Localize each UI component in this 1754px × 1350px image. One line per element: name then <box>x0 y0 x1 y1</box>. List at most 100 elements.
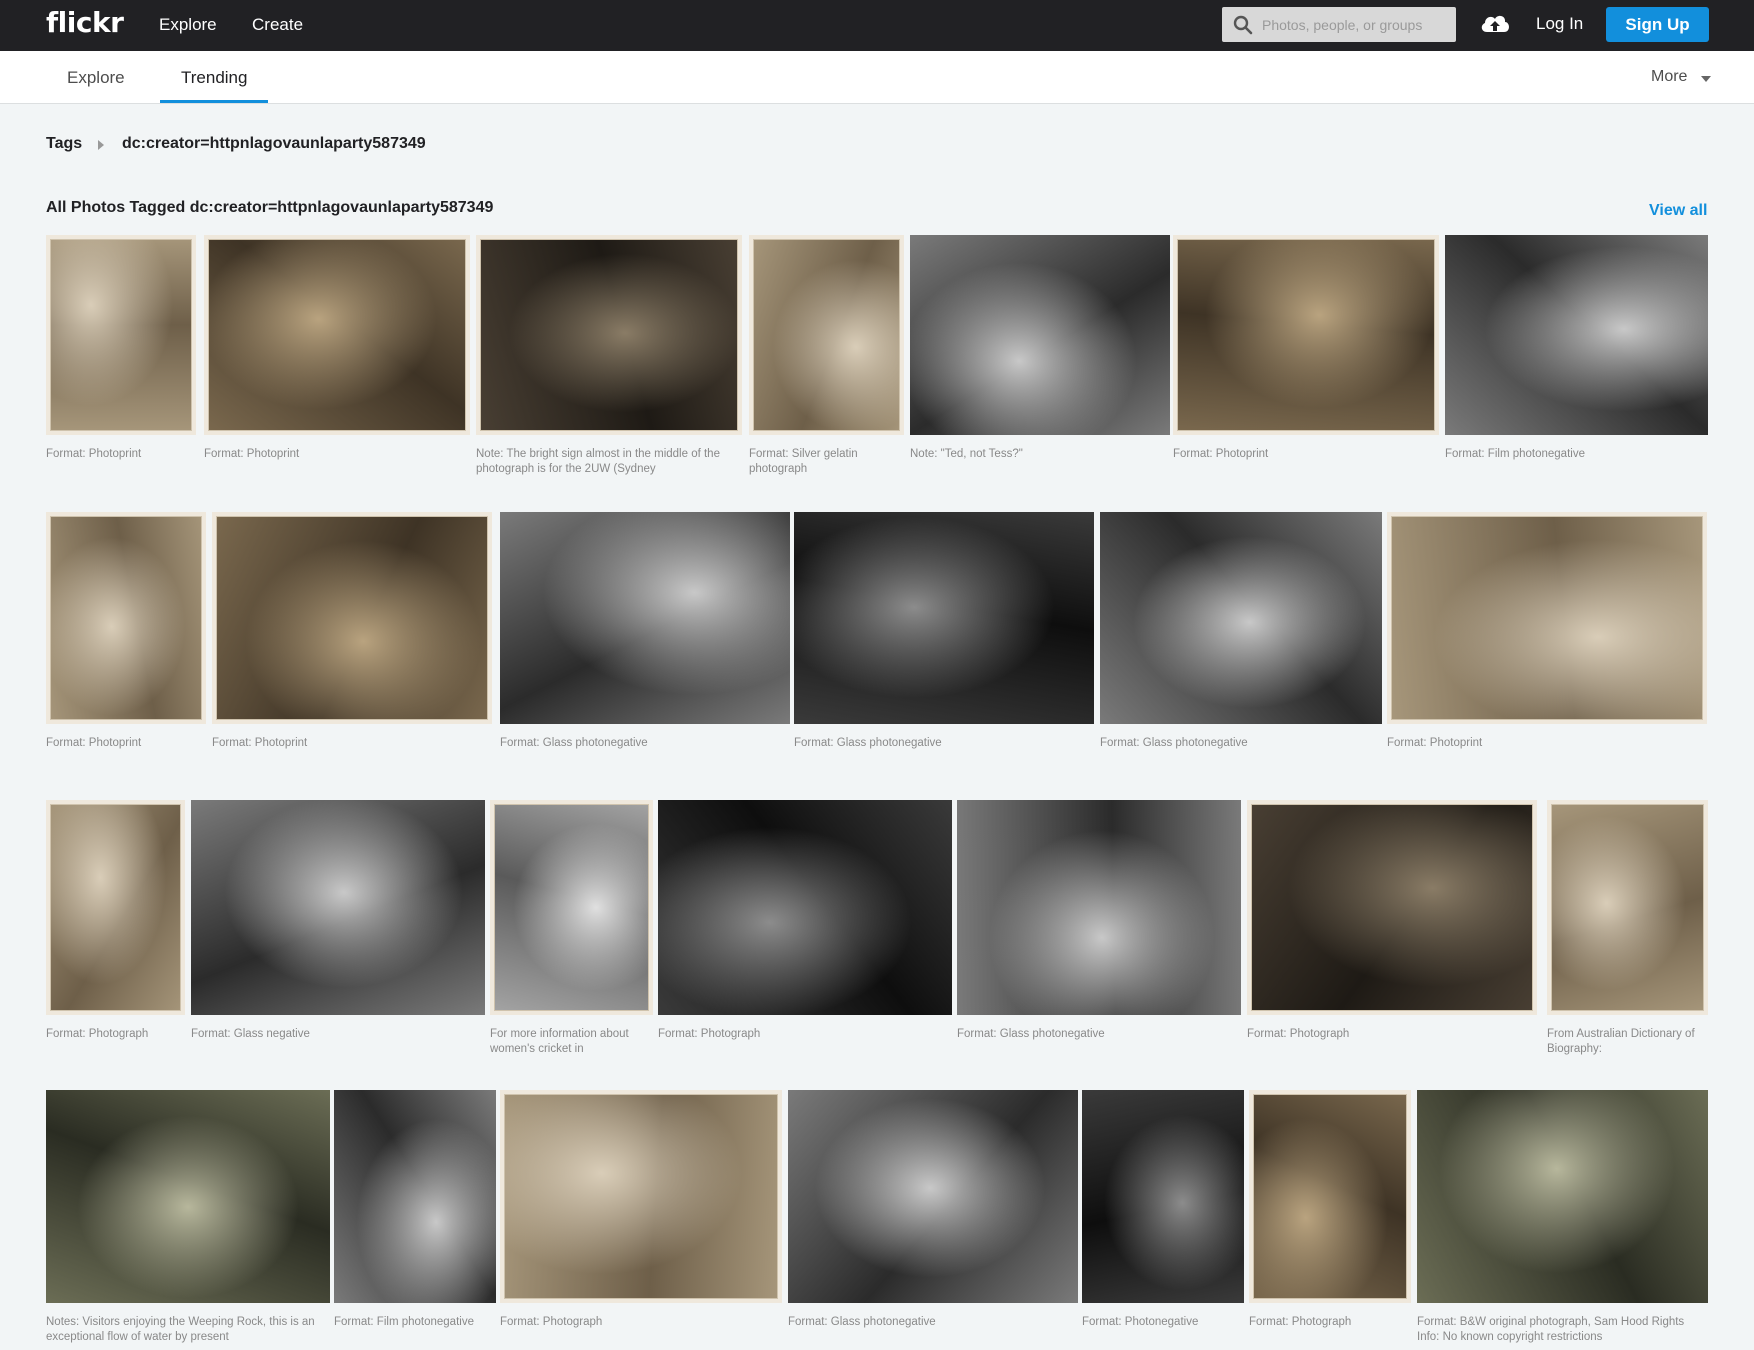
photo-thumbnail[interactable] <box>500 1090 782 1303</box>
photo-image <box>476 235 742 435</box>
photo-caption: Note: The bright sign almost in the midd… <box>476 448 720 475</box>
photo-thumbnail[interactable] <box>334 1090 496 1303</box>
photo-image <box>910 235 1170 435</box>
sub-nav-bar: Explore Trending More <box>0 51 1754 104</box>
photo-image <box>334 1090 496 1303</box>
photo-image <box>1547 800 1708 1015</box>
photo-image <box>46 235 196 435</box>
photo-image <box>204 235 470 435</box>
photo-caption: Format: Glass photonegative <box>500 737 648 749</box>
photo-thumbnail[interactable] <box>658 800 952 1015</box>
photo-thumbnail[interactable] <box>212 512 492 724</box>
photo-image <box>1445 235 1708 435</box>
photo-thumbnail[interactable] <box>46 512 206 724</box>
photo-caption: Format: Photoprint <box>212 737 308 749</box>
photo-caption: For more information about women's crick… <box>490 1028 629 1055</box>
section-title: All Photos Tagged dc:creator=httpnlagova… <box>46 199 494 216</box>
photo-thumbnail[interactable] <box>500 512 790 724</box>
photo-image <box>191 800 485 1015</box>
active-tab-indicator <box>160 100 268 103</box>
photo-thumbnail[interactable] <box>749 235 904 435</box>
flickr-logo[interactable]: flickr <box>46 6 124 39</box>
photo-thumbnail[interactable] <box>794 512 1094 724</box>
photo-thumbnail[interactable] <box>1387 512 1707 724</box>
nav-create-link[interactable]: Create <box>252 15 303 35</box>
photo-caption: Format: Film photonegative <box>1445 448 1585 460</box>
search-icon <box>1233 15 1253 35</box>
photo-thumbnail[interactable] <box>788 1090 1078 1303</box>
photo-image <box>794 512 1094 724</box>
photo-image <box>658 800 952 1015</box>
photo-image <box>1173 235 1439 435</box>
view-all-link[interactable]: View all <box>1649 202 1707 220</box>
photo-thumbnail[interactable] <box>191 800 485 1015</box>
photo-caption: Format: Photoprint <box>204 448 300 460</box>
login-link[interactable]: Log In <box>1536 14 1583 34</box>
photo-image <box>749 235 904 435</box>
photo-caption: Format: Photograph <box>1249 1316 1352 1328</box>
photo-image <box>490 800 653 1015</box>
search-box[interactable] <box>1222 7 1456 42</box>
chevron-right-icon <box>98 140 104 150</box>
photo-image <box>500 1090 782 1303</box>
signup-button[interactable]: Sign Up <box>1606 7 1709 42</box>
photo-caption: Format: Photoprint <box>1387 737 1483 749</box>
photo-caption: Format: Film photonegative <box>334 1316 474 1328</box>
photo-image <box>46 1090 330 1303</box>
photo-caption: From Australian Dictionary of Biography: <box>1547 1028 1695 1055</box>
photo-image <box>1247 800 1537 1015</box>
photo-caption: Format: Photonegative <box>1082 1316 1199 1328</box>
photo-thumbnail[interactable] <box>957 800 1241 1015</box>
photo-caption: Format: Photoprint <box>46 448 142 460</box>
photo-image <box>212 512 492 724</box>
tab-explore[interactable]: Explore <box>67 68 125 88</box>
photo-thumbnail[interactable] <box>1445 235 1708 435</box>
photo-thumbnail[interactable] <box>1173 235 1439 435</box>
photo-caption: Format: Glass photonegative <box>1100 737 1248 749</box>
photo-image <box>1417 1090 1708 1303</box>
chevron-down-icon[interactable] <box>1701 76 1711 82</box>
photo-image <box>1387 512 1707 724</box>
photo-caption: Format: Glass photonegative <box>957 1028 1105 1040</box>
more-menu-button[interactable]: More <box>1651 68 1687 86</box>
photo-image <box>957 800 1241 1015</box>
breadcrumb-tags-link[interactable]: Tags <box>46 135 82 153</box>
photo-thumbnail[interactable] <box>1417 1090 1708 1303</box>
photo-caption: Note: "Ted, not Tess?" <box>910 448 1023 460</box>
photo-image <box>46 800 185 1015</box>
photo-caption: Format: Photograph <box>46 1028 149 1040</box>
photo-caption: Format: B&W original photograph, Sam Hoo… <box>1417 1316 1685 1343</box>
photo-thumbnail[interactable] <box>204 235 470 435</box>
photo-caption: Format: Silver gelatin photograph <box>749 448 858 475</box>
photo-thumbnail[interactable] <box>1547 800 1708 1015</box>
photo-thumbnail[interactable] <box>476 235 742 435</box>
photo-image <box>1249 1090 1411 1303</box>
photo-thumbnail[interactable] <box>46 235 196 435</box>
photo-caption: Notes: Visitors enjoying the Weeping Roc… <box>46 1316 315 1343</box>
search-input[interactable] <box>1262 7 1452 42</box>
photo-thumbnail[interactable] <box>46 1090 330 1303</box>
top-nav-bar: flickr Explore Create Log In Sign Up <box>0 0 1754 51</box>
photo-thumbnail[interactable] <box>1249 1090 1411 1303</box>
photo-image <box>500 512 790 724</box>
tab-trending[interactable]: Trending <box>181 68 247 88</box>
photo-image <box>788 1090 1078 1303</box>
photo-image <box>46 512 206 724</box>
photo-caption: Format: Photoprint <box>1173 448 1269 460</box>
photo-thumbnail[interactable] <box>46 800 185 1015</box>
photo-thumbnail[interactable] <box>1100 512 1382 724</box>
photo-thumbnail[interactable] <box>490 800 653 1015</box>
photo-caption: Format: Glass photonegative <box>794 737 942 749</box>
photo-caption: Format: Glass photonegative <box>788 1316 936 1328</box>
photo-caption: Format: Glass negative <box>191 1028 310 1040</box>
photo-thumbnail[interactable] <box>910 235 1170 435</box>
photo-image <box>1082 1090 1244 1303</box>
upload-cloud-icon[interactable] <box>1478 8 1512 38</box>
photo-caption: Format: Photograph <box>1247 1028 1350 1040</box>
nav-explore-link[interactable]: Explore <box>159 15 217 35</box>
photo-thumbnail[interactable] <box>1247 800 1537 1015</box>
photo-caption: Format: Photoprint <box>46 737 142 749</box>
photo-image <box>1100 512 1382 724</box>
photo-caption: Format: Photograph <box>500 1316 603 1328</box>
photo-thumbnail[interactable] <box>1082 1090 1244 1303</box>
